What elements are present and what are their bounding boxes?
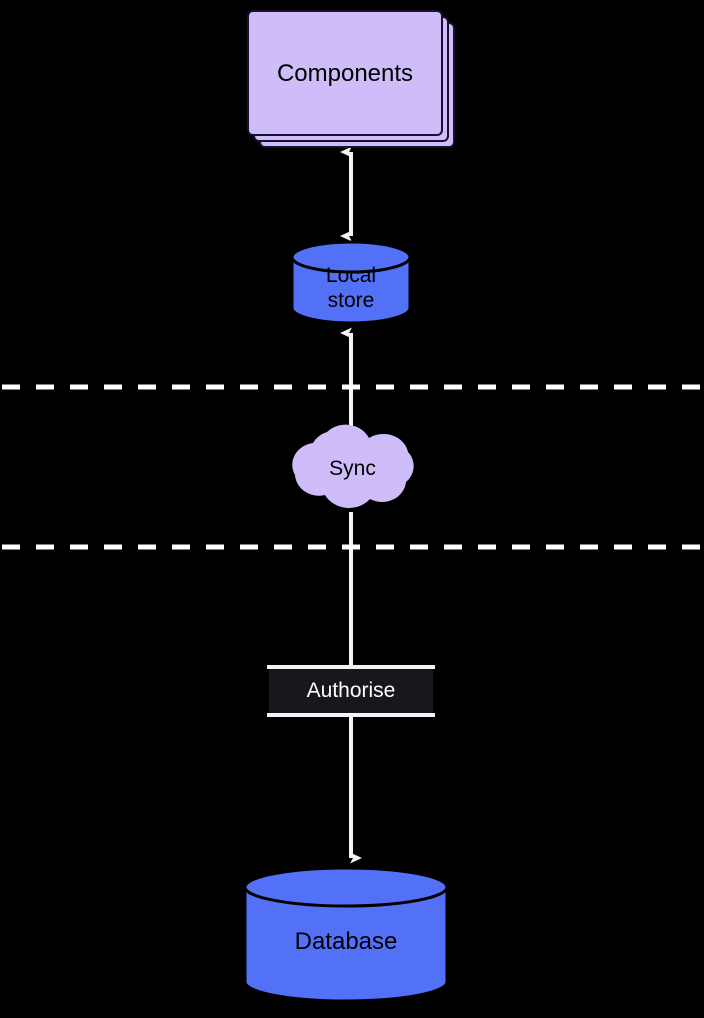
components-card-layer-front: [247, 10, 443, 136]
node-local-store[interactable]: [290, 240, 412, 325]
database-top: [243, 866, 449, 908]
node-database[interactable]: [243, 866, 449, 1003]
authorise-rule-bottom: [267, 713, 435, 717]
node-components[interactable]: [247, 10, 457, 150]
authorise-rule-top: [267, 665, 435, 669]
local-store-top: [290, 240, 412, 274]
authorise-fill: [269, 669, 433, 713]
diagram-canvas: [0, 0, 704, 1018]
node-authorise[interactable]: [267, 665, 435, 717]
